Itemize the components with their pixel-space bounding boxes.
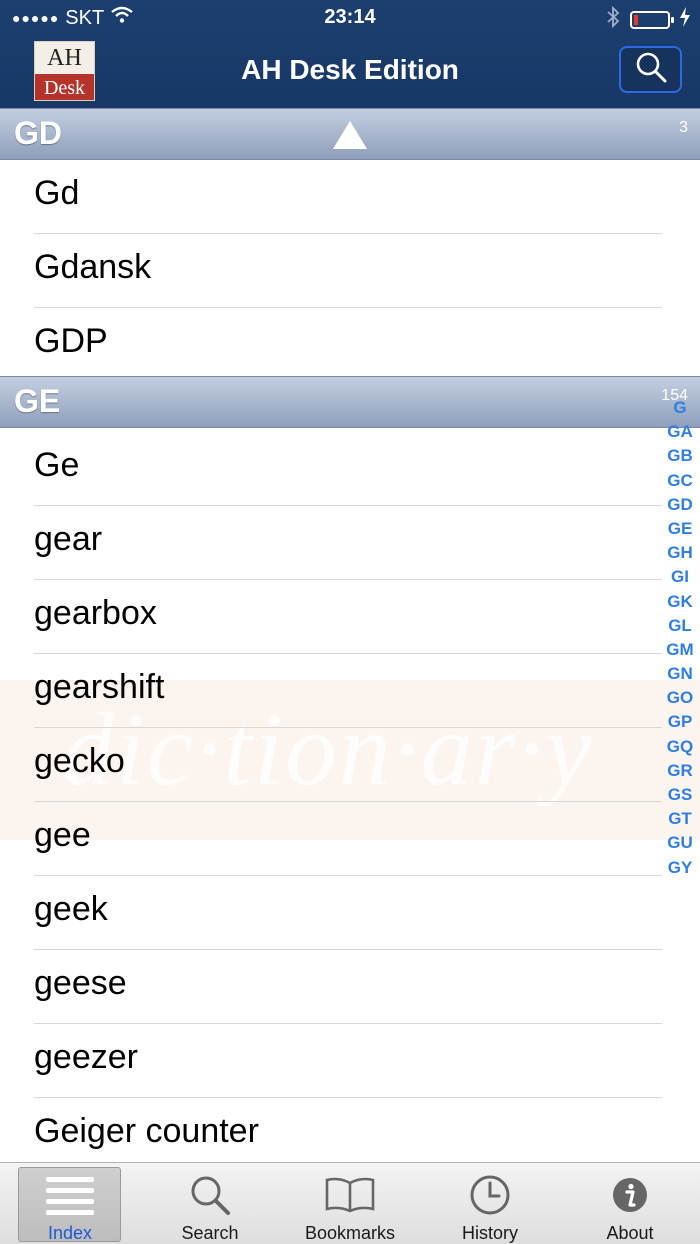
status-bar: ●●●●● SKT 23:14 (0, 0, 700, 36)
list-item[interactable]: Geiger counter (0, 1098, 700, 1172)
section-index-item[interactable]: GA (660, 420, 700, 444)
section-index-item[interactable]: GR (660, 759, 700, 783)
tab-label: History (461, 1223, 518, 1243)
section-index-item[interactable]: GM (660, 638, 700, 662)
section-index-item[interactable]: GO (660, 686, 700, 710)
section-index[interactable]: G GA GB GC GD GE GH GI GK GL GM GN GO GP… (660, 396, 700, 880)
tab-bar: Index Search Bookmarks History About (0, 1162, 700, 1244)
section-index-item[interactable]: GC (660, 469, 700, 493)
book-icon (280, 1173, 420, 1217)
list-item[interactable]: gearbox (0, 580, 700, 654)
scroll-to-top-arrow-icon[interactable] (333, 121, 367, 149)
tab-index[interactable]: Index (0, 1163, 140, 1244)
list-item[interactable]: geese (0, 950, 700, 1024)
tab-label: Search (181, 1223, 239, 1243)
list-item[interactable]: GDP (0, 308, 700, 382)
info-icon (560, 1173, 700, 1217)
word-label: Ge (34, 446, 80, 484)
list-item[interactable]: Gd (0, 160, 700, 234)
section-label: GD (14, 115, 62, 151)
list-item[interactable]: Gdansk (0, 234, 700, 308)
search-button[interactable] (619, 46, 682, 93)
tab-bookmarks[interactable]: Bookmarks (280, 1163, 420, 1244)
list-item[interactable]: gearshift (0, 654, 700, 728)
list-item[interactable]: gee (0, 802, 700, 876)
word-label: Gdansk (34, 248, 152, 286)
section-index-item[interactable]: GQ (660, 735, 700, 759)
section-index-item[interactable]: GK (660, 590, 700, 614)
section-index-item[interactable]: GT (660, 807, 700, 831)
charging-icon (680, 7, 690, 33)
tab-about[interactable]: About (560, 1163, 700, 1244)
section-header-gd: GD 3 (0, 108, 700, 160)
battery-icon (630, 11, 674, 29)
clock-icon (420, 1173, 560, 1217)
word-label: gearbox (34, 594, 157, 632)
bluetooth-icon (606, 5, 620, 34)
word-label: gearshift (34, 668, 165, 706)
list-item[interactable]: gear (0, 506, 700, 580)
status-time: 23:14 (324, 6, 376, 28)
section-index-item[interactable]: GI (660, 565, 700, 589)
list-item[interactable]: geek (0, 876, 700, 950)
section-count: 3 (679, 119, 688, 136)
section-index-item[interactable]: GS (660, 783, 700, 807)
section-index-item[interactable]: GB (660, 444, 700, 468)
section-header-ge: GE 154 (0, 376, 700, 428)
navigation-bar: AH Desk AH Desk Edition (0, 36, 700, 108)
word-label: geek (34, 890, 108, 928)
section-index-item[interactable]: GN (660, 662, 700, 686)
tab-label: Bookmarks (304, 1223, 396, 1243)
word-label: geezer (34, 1038, 138, 1076)
section-index-item[interactable]: GP (660, 710, 700, 734)
word-label: gear (34, 520, 103, 558)
word-label: Geiger counter (34, 1112, 259, 1150)
section-index-item[interactable]: GE (660, 517, 700, 541)
word-label: Gd (34, 174, 80, 212)
word-label: geese (34, 964, 127, 1002)
section-index-item[interactable]: G (660, 396, 700, 420)
section-index-item[interactable]: GH (660, 541, 700, 565)
list-item[interactable]: geezer (0, 1024, 700, 1098)
search-icon (140, 1173, 280, 1217)
list-item[interactable]: gecko (0, 728, 700, 802)
section-index-item[interactable]: GY (660, 856, 700, 880)
tab-label: About (606, 1223, 654, 1243)
section-index-item[interactable]: GD (660, 493, 700, 517)
section-index-item[interactable]: GL (660, 614, 700, 638)
tab-history[interactable]: History (420, 1163, 560, 1244)
search-icon (634, 50, 668, 89)
section-label: GE (14, 383, 61, 419)
top-bar: ●●●●● SKT 23:14 AH Desk AH Desk Edition (0, 0, 700, 108)
list-icon (0, 1173, 140, 1217)
tab-search[interactable]: Search (140, 1163, 280, 1244)
word-label: GDP (34, 322, 108, 360)
tab-label: Index (47, 1223, 93, 1243)
list-item[interactable]: Ge (0, 432, 700, 506)
section-index-item[interactable]: GU (660, 831, 700, 855)
page-title: AH Desk Edition (241, 54, 459, 85)
word-label: gecko (34, 742, 125, 780)
word-label: gee (34, 816, 91, 854)
